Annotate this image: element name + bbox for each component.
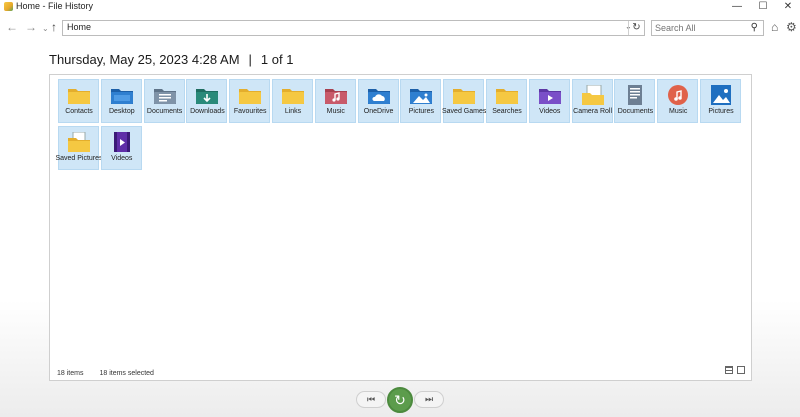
folder-desktop-icon [110,89,133,104]
minimize-button[interactable]: — [727,0,747,14]
item-label: Favourites [233,108,267,115]
item-label: Videos [111,155,133,162]
folder-icon [496,89,518,104]
item-tile[interactable]: Documents [143,79,185,123]
item-tile[interactable]: Camera Roll [571,79,613,123]
item-label: Documents [146,108,183,115]
folder-videos-icon [538,89,561,104]
item-tile[interactable]: Downloads [186,79,228,123]
gear-icon[interactable]: ⚙ [786,20,797,34]
search-box[interactable]: ⚲ [651,20,764,36]
item-label: Documents [617,108,654,115]
item-label: Saved Games [442,108,487,115]
item-tile[interactable]: Videos [100,126,142,170]
item-tile[interactable]: Links [272,79,313,123]
library-music-icon [668,85,689,105]
item-label: Music [669,108,688,115]
camera-roll-icon [581,85,604,105]
backup-date: Thursday, May 25, 2023 4:28 AM [49,52,240,67]
view-buttons [721,365,745,377]
next-version-button[interactable]: ⏭ [414,391,444,408]
up-button[interactable]: ↑ [51,20,57,34]
item-tile[interactable]: Saved Games [442,79,486,123]
item-tile[interactable]: OneDrive [357,79,399,123]
item-tile[interactable]: Pictures [400,79,442,123]
address-bar[interactable]: Home ⌄ ↻ [62,20,645,36]
content-panel: Contacts Desktop Documents Downloads Favouri… [49,74,752,381]
folder-saved-pictures-icon [68,132,90,152]
library-videos-icon [113,132,130,152]
window-title: Home - File History [16,1,94,11]
item-label: Music [326,108,345,115]
recent-locations-button[interactable]: ⌄ [42,22,49,36]
item-label: Videos [539,108,561,115]
folder-icon [282,89,304,104]
folder-icon [68,89,90,104]
item-tile[interactable]: Contacts [58,79,99,123]
item-label: Links [284,108,302,115]
search-input[interactable] [655,22,745,34]
item-tile[interactable]: Music [657,79,699,123]
folder-documents-icon [153,89,176,104]
folder-icon [239,89,262,104]
item-label: Pictures [408,108,435,115]
item-label: OneDrive [363,108,394,115]
search-icon[interactable]: ⚲ [751,22,758,33]
folder-downloads-icon [196,89,219,104]
item-label: Saved Pictures [55,155,103,162]
item-label: Searches [492,108,522,115]
large-icons-view-icon[interactable] [737,366,745,374]
folder-pictures-icon [410,89,433,104]
navigation-bar: ← → ⌄ ↑ Home ⌄ ↻ ⚲ ⌂ ⚙ [0,17,800,39]
item-tile[interactable]: Videos [528,79,570,123]
item-label: Desktop [108,108,135,115]
item-label: Contacts [65,108,93,115]
item-tile[interactable]: Pictures [700,79,741,123]
address-text[interactable]: Home [67,22,91,32]
heading-separator: | [248,52,252,67]
refresh-button[interactable]: ↻ [628,21,644,35]
item-tile[interactable]: Saved Pictures [55,126,103,170]
item-tile[interactable]: Favourites [229,79,271,123]
status-bar: 18 items 18 items selected [57,370,154,377]
folder-music-icon [324,89,347,104]
maximize-button[interactable]: ☐ [753,0,773,14]
folder-onedrive-icon [367,89,390,104]
backup-heading: Thursday, May 25, 2023 4:28 AM | 1 of 1 [49,52,293,67]
item-tile[interactable]: Desktop [100,79,142,123]
item-label: Pictures [708,108,734,115]
file-history-icon [4,2,13,11]
previous-version-button[interactable]: ⏮ [356,391,386,408]
playback-controls: ⏮ ↻ ⏭ [356,387,444,413]
selected-count: 18 items selected [99,370,154,377]
library-pictures-icon [711,85,731,105]
folder-icon [453,89,476,104]
item-label: Camera Roll [573,108,613,115]
restore-button[interactable]: ↻ [387,387,413,413]
back-button[interactable]: ← [6,20,18,34]
item-tile[interactable]: Documents [614,79,656,123]
forward-button[interactable]: → [25,20,37,34]
details-view-icon[interactable] [725,366,733,374]
library-documents-icon [628,85,643,105]
item-label: Downloads [190,108,225,115]
title-bar: Home - File History — ☐ ✕ [0,0,800,14]
home-icon[interactable]: ⌂ [771,20,778,34]
backup-page-indicator: 1 of 1 [260,52,294,67]
item-tile[interactable]: Music [314,79,356,123]
close-button[interactable]: ✕ [778,0,798,14]
item-tile[interactable]: Searches [486,79,527,123]
item-count: 18 items [57,370,84,377]
